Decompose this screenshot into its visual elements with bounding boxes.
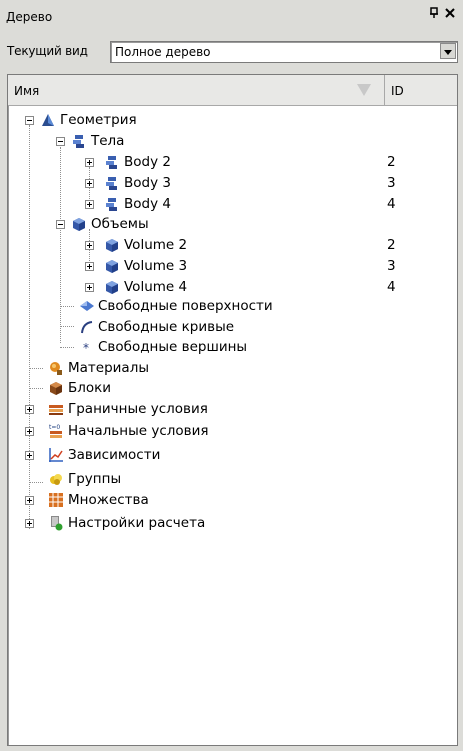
vertex-icon: * [83,341,89,355]
tree-item-label: Свободные кривые [98,319,235,335]
tree-item-sets[interactable]: Множества [8,490,457,511]
collapse-icon[interactable] [56,137,65,146]
tree-item-label: Volume 4 [124,279,188,295]
tree-item-label: Начальные условия [68,423,209,439]
expand-icon[interactable] [85,241,94,250]
settings-icon [51,516,63,531]
tree-item-body[interactable]: Body 4 4 [8,194,457,215]
tree-item-label: Свободные вершины [98,339,248,355]
tree-item-body[interactable]: Body 3 3 [8,173,457,194]
tree-item-id: 3 [387,175,396,191]
sort-icon [357,84,371,96]
volume-icon [106,281,118,294]
tree-item-id: 4 [387,196,396,212]
panel-titlebar: Дерево [0,0,463,32]
volume-icon [73,218,85,231]
tree-item-id: 4 [387,279,396,295]
volume-icon [106,260,118,273]
tree-header: Имя ID [8,75,457,106]
expand-icon[interactable] [25,496,34,505]
column-header-name[interactable]: Имя [8,75,385,105]
tree-item-dependencies[interactable]: Зависимости [8,445,457,466]
chart-icon [49,448,63,462]
tree-item-id: 3 [387,258,396,274]
tree-item-free-curves[interactable]: Свободные кривые [8,317,457,338]
column-header-id[interactable]: ID [385,75,457,105]
tree-view[interactable]: Имя ID Геометрия Тела Body 2 2 Body 3 3 … [7,74,458,746]
expand-icon[interactable] [85,283,94,292]
view-label: Текущий вид [7,44,88,58]
boundary-icon [49,405,63,415]
column-name-label: Имя [14,84,40,98]
tree-item-label: Body 3 [124,175,171,191]
tree-item-body[interactable]: Body 2 2 [8,152,457,173]
curve-icon [81,321,93,334]
view-select[interactable]: Полное дерево [110,41,458,63]
tree-item-label: Настройки расчета [68,515,206,531]
tree-item-blocks[interactable]: Блоки [8,378,457,399]
svg-text:*: * [83,341,89,355]
tree-item-label: Объемы [91,216,149,232]
tree-item-label: Группы [68,471,122,487]
tree-item-label: Тела [91,133,125,149]
collapse-icon[interactable] [56,220,65,229]
collapse-icon[interactable] [25,116,34,125]
tree-item-label: Множества [68,492,149,508]
tree-item-volume[interactable]: Volume 3 3 [8,256,457,277]
view-select-value: Полное дерево [115,45,211,59]
view-row: Текущий вид Полное дерево [0,38,463,64]
tree-item-calc-settings[interactable]: Настройки расчета [8,513,457,534]
tree-item-label: Материалы [68,360,149,376]
tree-item-label: Зависимости [68,447,161,463]
body-icon [106,156,117,169]
volume-icon [106,239,118,252]
expand-icon[interactable] [85,262,94,271]
tree-item-label: Body 4 [124,196,171,212]
tree-item-label: Блоки [68,380,112,396]
body-icon [106,198,117,211]
expand-icon[interactable] [85,158,94,167]
panel-title: Дерево [6,10,53,24]
chevron-down-icon[interactable] [440,43,456,59]
expand-icon[interactable] [25,405,34,414]
svg-text:t=0: t=0 [49,424,60,431]
tree-item-free-surfaces[interactable]: Свободные поверхности [8,296,457,317]
tree-item-materials[interactable]: Материалы [8,358,457,379]
tree-item-geometry[interactable]: Геометрия [8,110,457,131]
tree-item-bodies[interactable]: Тела [8,131,457,152]
tree-item-label: Граничные условия [68,401,208,417]
body-icon [73,135,84,148]
column-id-label: ID [391,84,404,98]
expand-icon[interactable] [85,200,94,209]
tree-item-boundary-conditions[interactable]: Граничные условия [8,399,457,420]
tree-item-groups[interactable]: Группы [8,469,457,490]
tree-item-label: Volume 3 [124,258,188,274]
groups-icon [50,474,62,485]
tree-item-volumes[interactable]: Объемы [8,214,457,235]
close-icon[interactable] [443,7,457,23]
tree-item-id: 2 [387,237,396,253]
tree-item-initial-conditions[interactable]: t=0 Начальные условия [8,421,457,442]
tree-item-free-vertices[interactable]: * Свободные вершины [8,337,457,358]
geometry-icon [42,114,54,126]
expand-icon[interactable] [25,427,34,436]
initial-conditions-icon: t=0 [49,424,62,438]
tree-item-volume[interactable]: Volume 2 2 [8,235,457,256]
tree-item-label: Свободные поверхности [98,298,273,314]
tree-item-label: Volume 2 [124,237,188,253]
expand-icon[interactable] [25,451,34,460]
blocks-icon [50,382,62,395]
materials-icon [50,362,62,375]
tree-item-id: 2 [387,154,396,170]
tree-panel: Дерево Текущий вид Полное дерево Имя ID [0,0,463,751]
surface-icon [80,301,94,311]
sets-icon [49,493,63,507]
pin-icon[interactable] [427,7,441,23]
tree-item-label: Body 2 [124,154,171,170]
expand-icon[interactable] [25,519,34,528]
expand-icon[interactable] [85,179,94,188]
tree-item-volume[interactable]: Volume 4 4 [8,277,457,298]
tree-item-label: Геометрия [60,112,137,128]
body-icon [106,177,117,190]
